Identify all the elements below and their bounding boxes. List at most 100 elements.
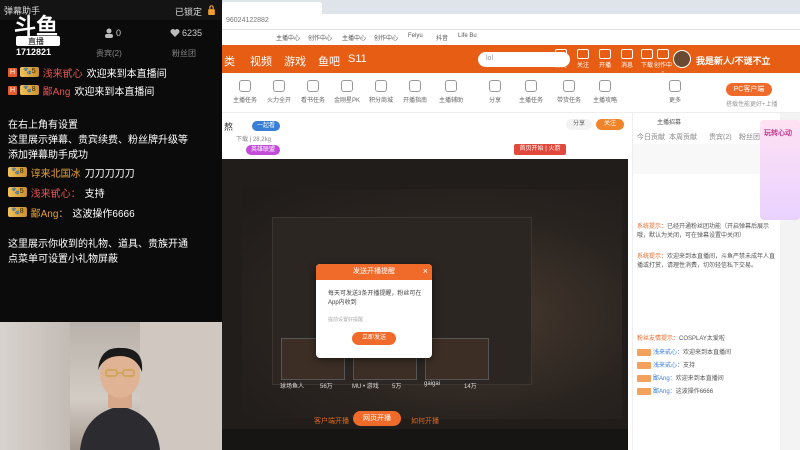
thumbnail-label: gaigai [424, 381, 441, 387]
note-success: 添加弹幕助手成功 [8, 150, 88, 161]
chat-message: 鄙Ang：欢迎来到本直播间 [637, 375, 779, 384]
tool-live-guide[interactable]: 开播指南 [398, 80, 432, 104]
nav-games[interactable]: 游戏 [284, 53, 306, 69]
category-toolbar: 主播任务 火力全开 看书任务 金刚星PK 积分商城 开播指南 主播辅助 分享 主… [222, 73, 800, 113]
tool-assistant[interactable]: 主播辅助 [434, 80, 468, 104]
share-button[interactable]: 分享 [566, 119, 592, 130]
address-bar[interactable]: 96024122882 [222, 14, 800, 30]
chat-username[interactable]: 鄙Ang [43, 83, 71, 98]
video-player[interactable]: 球场鱼人 56万 MU • 游戏 5万 gaigai 14万 发送开播提醒 × … [222, 159, 628, 450]
cart-icon [563, 80, 575, 92]
lock-icon[interactable] [207, 5, 216, 15]
guide-icon [409, 80, 421, 92]
go-live-button[interactable]: 开播 [594, 49, 616, 69]
tool-firepower[interactable]: 火力全开 [262, 80, 296, 104]
tab-fans-right[interactable]: 粉丝团 [739, 132, 760, 142]
lock-status: 已锁定 [175, 7, 203, 17]
danmaku-assistant-panel: 弹幕助手 已锁定 斗鱼 直播 1712821 0 6235 贵宾(2) 粉丝团 … [0, 0, 222, 450]
bookmark[interactable]: 创作中心 [374, 33, 398, 42]
chat-message: 支持 [84, 188, 105, 200]
tool-share[interactable]: 分享 [478, 80, 512, 104]
user-name[interactable]: 我是新人/不谜不立 [696, 54, 771, 67]
nav-video[interactable]: 视频 [250, 53, 272, 69]
fan-badge: 🐾5 [20, 67, 39, 77]
tab-week-contrib[interactable]: 本周贡献 [669, 132, 697, 142]
fan-badge: 🐾5 [8, 187, 27, 197]
messages-button[interactable]: 消息 [616, 49, 638, 69]
nav-category[interactable]: 类 [224, 53, 235, 69]
tab-vip[interactable]: 贵宾(2) [96, 48, 122, 59]
user-count: 0 [116, 28, 122, 38]
fan-badge: 🐾8 [8, 207, 27, 217]
send-now-button[interactable]: 立即发送 [352, 332, 396, 345]
browser-tab[interactable] [222, 2, 322, 14]
follow-button[interactable]: 关注 [596, 119, 624, 130]
bookmark[interactable]: Life Bu [458, 33, 477, 39]
room-info: 熬 一起看 英雄联盟 下载 | 28.2kg 首页开始 | 火箭 分享 关注 [222, 113, 628, 159]
chat-line: 🐾8 谆来北国冰 刀刀刀刀刀 [8, 165, 135, 180]
tab-strip [222, 0, 800, 14]
avatar[interactable] [673, 50, 691, 68]
webcam-view [0, 322, 222, 450]
follow-list-button[interactable]: 关注 [572, 49, 594, 69]
bookmark[interactable]: 主播中心 [342, 33, 366, 42]
bookmark[interactable]: 创作中心 [308, 33, 332, 42]
tool-pk[interactable]: 金刚星PK [330, 80, 364, 104]
tool-streamer-task[interactable]: 主播任务 [228, 80, 262, 104]
tool-book-task[interactable]: 看书任务 [296, 80, 330, 104]
bookmark[interactable]: Feiyu [408, 33, 423, 39]
share-icon [489, 80, 501, 92]
pc-client-button[interactable]: PC客户端 [726, 83, 772, 96]
pc-client-subtitle: 搭载性能更好+上播 [726, 102, 778, 108]
task-icon [525, 80, 537, 92]
thumbnail-count: 5万 [392, 384, 402, 390]
tool-commerce[interactable]: 带货任务 [552, 80, 586, 104]
user-icon [105, 28, 113, 38]
player-controls [222, 429, 628, 450]
thumbnail-count: 56万 [320, 384, 333, 390]
chat-message: 浅来甙心：支持 [637, 362, 779, 371]
chat-username[interactable]: 谆来北国冰 [31, 165, 81, 180]
tag[interactable]: 一起看 [252, 121, 281, 131]
douyu-logo: 斗鱼 直播 [14, 14, 60, 46]
room-meta: 下载 | 28.2kg [236, 137, 271, 143]
tab-fans[interactable]: 粉丝团 [172, 48, 196, 59]
tool-streamer-task-2[interactable]: 主播任务 [514, 80, 548, 104]
level-icon [637, 362, 651, 369]
client-live-link[interactable]: 客户端开播 [314, 416, 349, 426]
desktop: 弹幕助手 已锁定 斗鱼 直播 1712821 0 6235 贵宾(2) 粉丝团 … [0, 0, 800, 450]
streamer-figure [80, 347, 160, 450]
promo-banner[interactable]: 玩转心动 [760, 120, 800, 220]
how-to-live-link[interactable]: 如何开播 [411, 416, 439, 426]
chat-username[interactable]: 鄙Ang： [31, 205, 69, 220]
more-icon [669, 80, 681, 92]
level-icon [637, 349, 651, 356]
bookmark[interactable]: 主播中心 [276, 33, 300, 42]
modal-title: 发送开播提醒 [316, 264, 432, 280]
tool-points-mall[interactable]: 积分商城 [364, 80, 398, 104]
tab-today-contrib[interactable]: 今日贡献 [637, 132, 665, 142]
thumbnail-label: MU • 游戏 [352, 384, 379, 390]
web-live-button[interactable]: 网页开播 [353, 411, 401, 426]
tab-vip-right[interactable]: 贵宾(2) [709, 132, 732, 142]
url-text[interactable]: 96024122882 [226, 17, 269, 24]
thumbnail[interactable] [425, 338, 489, 380]
nav-fishbar[interactable]: 鱼吧 [318, 53, 340, 69]
recruit-label[interactable]: 主播招募 [657, 117, 681, 126]
tool-strategy[interactable]: 主播攻略 [588, 80, 622, 104]
curtain [0, 322, 70, 450]
system-message: 系统提示：欢迎来到本直播间，斗鱼严禁未成年人直播或打赏，请理性消费，切勿轻信私下… [637, 254, 776, 269]
level-icon [637, 388, 651, 395]
close-icon[interactable]: × [423, 266, 428, 276]
nav-s11[interactable]: S11 [348, 53, 367, 65]
history-button[interactable]: 历史 [550, 49, 572, 69]
tag[interactable]: 英雄联盟 [246, 145, 281, 155]
bookmarks-bar: 主播中心 创作中心 主播中心 创作中心 Feiyu 抖音 Life Bu [222, 30, 800, 45]
room-id: 1712821 [16, 47, 52, 57]
rank-chip[interactable]: 首页开始 | 火箭 [514, 144, 566, 155]
chat-username[interactable]: 浅来甙心： [31, 185, 81, 200]
pk-icon [341, 80, 353, 92]
chat-username[interactable]: 浅来甙心 [43, 65, 83, 80]
tool-more[interactable]: 更多 [658, 80, 692, 104]
bookmark[interactable]: 抖音 [436, 33, 448, 42]
